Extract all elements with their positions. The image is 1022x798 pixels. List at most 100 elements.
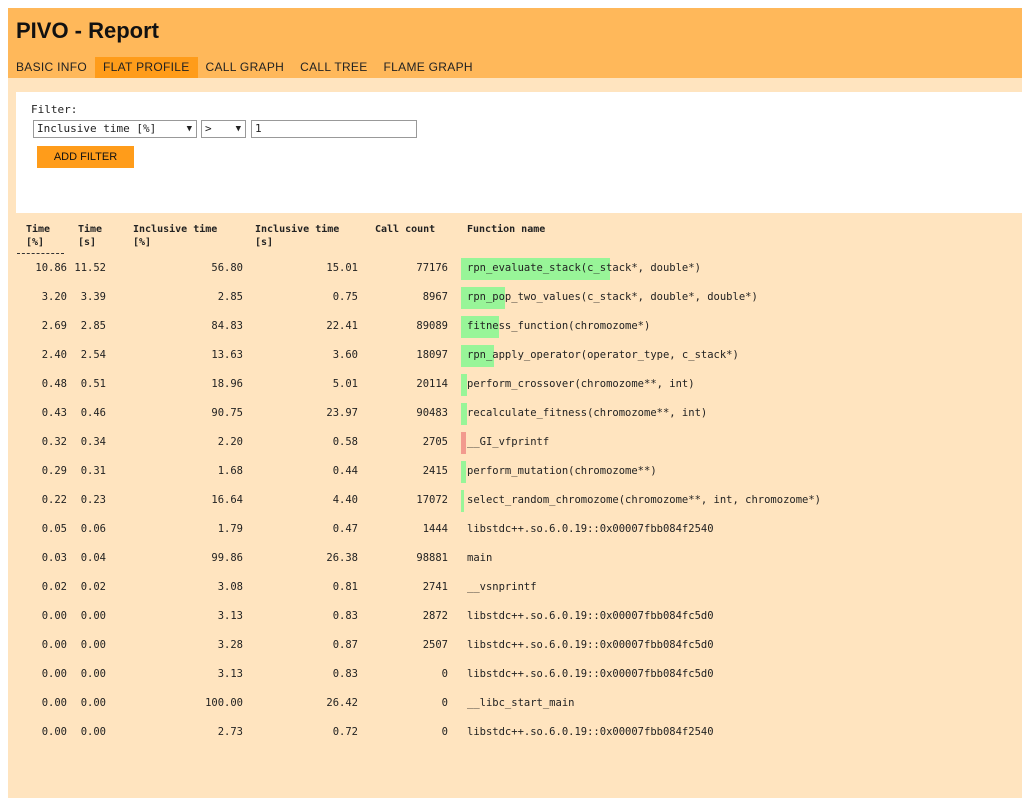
inclusive-s-cell: 0.75 <box>332 291 358 303</box>
table-row[interactable]: 0.00 0.00 3.28 0.87 2507 libstdc++.so.6.0.19:… <box>8 635 1022 657</box>
table-row[interactable]: 0.32 0.34 2.20 0.58 2705 __GI_vfprintf <box>8 432 1022 454</box>
function-name-cell[interactable]: __vsnprintf <box>467 581 537 593</box>
inclusive-pct-cell: 90.75 <box>211 407 243 419</box>
function-name-cell[interactable]: __libc_start_main <box>467 697 574 709</box>
filter-operator-select[interactable]: > ▼ <box>201 120 246 138</box>
function-name-cell[interactable]: perform_mutation(chromozome**) <box>467 465 657 477</box>
time-pct-cell: 0.05 <box>41 523 67 535</box>
filter-value-input[interactable]: 1 <box>251 120 417 138</box>
header-time-pct[interactable]: Time [%] <box>26 223 50 249</box>
table-row[interactable]: 0.43 0.46 90.75 23.97 90483 recalculate_fitne… <box>8 403 1022 425</box>
table-row[interactable]: 10.86 11.52 56.80 15.01 77176 rpn_evaluate_st… <box>8 258 1022 280</box>
inclusive-pct-cell: 2.85 <box>217 291 243 303</box>
inclusive-s-cell: 0.87 <box>332 639 358 651</box>
time-s-cell: 0.00 <box>80 726 106 738</box>
time-pct-cell: 0.00 <box>41 639 67 651</box>
tab-flame-graph[interactable]: FLAME GRAPH <box>376 57 481 78</box>
filter-operator-value: > <box>205 122 212 135</box>
inclusive-pct-cell: 1.68 <box>217 465 243 477</box>
table-row[interactable]: 3.20 3.39 2.85 0.75 8967 rpn_pop_two_values(c… <box>8 287 1022 309</box>
call-count-cell: 0 <box>441 668 448 680</box>
table-row[interactable]: 0.05 0.06 1.79 0.47 1444 libstdc++.so.6.0.19:… <box>8 519 1022 541</box>
dropdown-arrow-icon: ▼ <box>235 124 241 134</box>
page-title: PIVO - Report <box>16 18 160 43</box>
header-time-s[interactable]: Time [s] <box>78 223 102 249</box>
table-row[interactable]: 0.00 0.00 2.73 0.72 0 libstdc++.so.6.0.19::0x… <box>8 722 1022 744</box>
filter-column-select[interactable]: Inclusive time [%] ▼ <box>33 120 197 138</box>
table-row[interactable]: 0.29 0.31 1.68 0.44 2415 perform_mutation(chr… <box>8 461 1022 483</box>
inclusive-s-cell: 15.01 <box>326 262 358 274</box>
table-row[interactable]: 0.00 0.00 100.00 26.42 0 __libc_start_main <box>8 693 1022 715</box>
inclusive-s-cell: 0.47 <box>332 523 358 535</box>
dropdown-arrow-icon: ▼ <box>186 124 192 134</box>
tab-flat-profile[interactable]: FLAT PROFILE <box>95 57 198 78</box>
table-row[interactable]: 0.02 0.02 3.08 0.81 2741 __vsnprintf <box>8 577 1022 599</box>
table-row[interactable]: 0.00 0.00 3.13 0.83 2872 libstdc++.so.6.0.19:… <box>8 606 1022 628</box>
function-name-cell[interactable]: libstdc++.so.6.0.19::0x00007fbb084fc5d0 <box>467 668 714 680</box>
call-count-cell: 2415 <box>422 465 448 477</box>
function-name-cell[interactable]: select_random_chromozome(chromozome**, i… <box>467 494 821 506</box>
table-row[interactable]: 2.69 2.85 84.83 22.41 89089 fitness_function(… <box>8 316 1022 338</box>
time-s-cell: 0.34 <box>80 436 106 448</box>
function-name-cell[interactable]: rpn_apply_operator(operator_type, c_stac… <box>467 349 739 361</box>
header-call-count[interactable]: Call count <box>375 223 435 236</box>
inclusive-s-cell: 0.72 <box>332 726 358 738</box>
tab-bar: BASIC INFO FLAT PROFILE CALL GRAPH CALL … <box>8 57 481 78</box>
header-function-name[interactable]: Function name <box>467 223 545 236</box>
inclusive-pct-cell: 99.86 <box>211 552 243 564</box>
function-name-cell[interactable]: perform_crossover(chromozome**, int) <box>467 378 695 390</box>
call-count-cell: 77176 <box>416 262 448 274</box>
inclusive-pct-cell: 1.79 <box>217 523 243 535</box>
table-row[interactable]: 2.40 2.54 13.63 3.60 18097 rpn_apply_operator… <box>8 345 1022 367</box>
time-s-cell: 0.31 <box>80 465 106 477</box>
function-name-cell[interactable]: libstdc++.so.6.0.19::0x00007fbb084fc5d0 <box>467 639 714 651</box>
table-row[interactable]: 0.48 0.51 18.96 5.01 20114 perform_crossover(… <box>8 374 1022 396</box>
time-pct-cell: 0.29 <box>41 465 67 477</box>
inclusive-pct-cell: 3.13 <box>217 610 243 622</box>
header-inclusive-s-line2: [s] <box>255 237 274 248</box>
inclusive-pct-cell: 84.83 <box>211 320 243 332</box>
function-name-cell[interactable]: libstdc++.so.6.0.19::0x00007fbb084f2540 <box>467 726 714 738</box>
inclusive-pct-cell: 2.20 <box>217 436 243 448</box>
function-name-cell[interactable]: libstdc++.so.6.0.19::0x00007fbb084f2540 <box>467 523 714 535</box>
time-pct-cell: 0.32 <box>41 436 67 448</box>
time-pct-cell: 0.00 <box>41 668 67 680</box>
call-count-cell: 0 <box>441 726 448 738</box>
header-inclusive-pct[interactable]: Inclusive time [%] <box>133 223 217 249</box>
time-pct-cell: 0.00 <box>41 726 67 738</box>
header-inclusive-pct-line2: [%] <box>133 237 152 248</box>
function-name-cell[interactable]: main <box>467 552 492 564</box>
table-row[interactable]: 0.22 0.23 16.64 4.40 17072 select_random_chro… <box>8 490 1022 512</box>
tab-call-graph[interactable]: CALL GRAPH <box>198 57 293 78</box>
tab-call-tree[interactable]: CALL TREE <box>292 57 375 78</box>
header-inclusive-s-line1: Inclusive time <box>255 224 340 235</box>
sort-indicator <box>17 253 64 254</box>
inclusive-s-cell: 0.83 <box>332 668 358 680</box>
call-count-cell: 2741 <box>422 581 448 593</box>
call-count-cell: 2705 <box>422 436 448 448</box>
function-name-cell[interactable]: recalculate_fitness(chromozome**, int) <box>467 407 707 419</box>
time-s-cell: 0.46 <box>80 407 106 419</box>
time-pct-cell: 0.03 <box>41 552 67 564</box>
call-count-cell: 89089 <box>416 320 448 332</box>
time-pct-cell: 0.00 <box>41 610 67 622</box>
time-pct-cell: 2.69 <box>41 320 67 332</box>
table-row[interactable]: 0.03 0.04 99.86 26.38 98881 main <box>8 548 1022 570</box>
table-row[interactable]: 0.00 0.00 3.13 0.83 0 libstdc++.so.6.0.19::0x… <box>8 664 1022 686</box>
inclusive-pct-cell: 3.28 <box>217 639 243 651</box>
add-filter-button[interactable]: ADD FILTER <box>37 146 134 168</box>
function-name-cell[interactable]: libstdc++.so.6.0.19::0x00007fbb084fc5d0 <box>467 610 714 622</box>
function-name-cell[interactable]: __GI_vfprintf <box>467 436 549 448</box>
report-header: PIVO - Report BASIC INFO FLAT PROFILE CA… <box>8 8 1022 78</box>
function-name-cell[interactable]: rpn_evaluate_stack(c_stack*, double*) <box>467 262 701 274</box>
function-name-cell[interactable]: rpn_pop_two_values(c_stack*, double*, do… <box>467 291 758 303</box>
time-s-cell: 0.00 <box>80 697 106 709</box>
call-count-cell: 0 <box>441 697 448 709</box>
tab-basic-info[interactable]: BASIC INFO <box>8 57 95 78</box>
time-s-cell: 3.39 <box>80 291 106 303</box>
function-name-cell[interactable]: fitness_function(chromozome*) <box>467 320 650 332</box>
report-page: PIVO - Report BASIC INFO FLAT PROFILE CA… <box>8 8 1022 798</box>
time-pct-cell: 10.86 <box>35 262 67 274</box>
header-inclusive-s[interactable]: Inclusive time [s] <box>255 223 339 249</box>
inclusive-s-cell: 26.42 <box>326 697 358 709</box>
